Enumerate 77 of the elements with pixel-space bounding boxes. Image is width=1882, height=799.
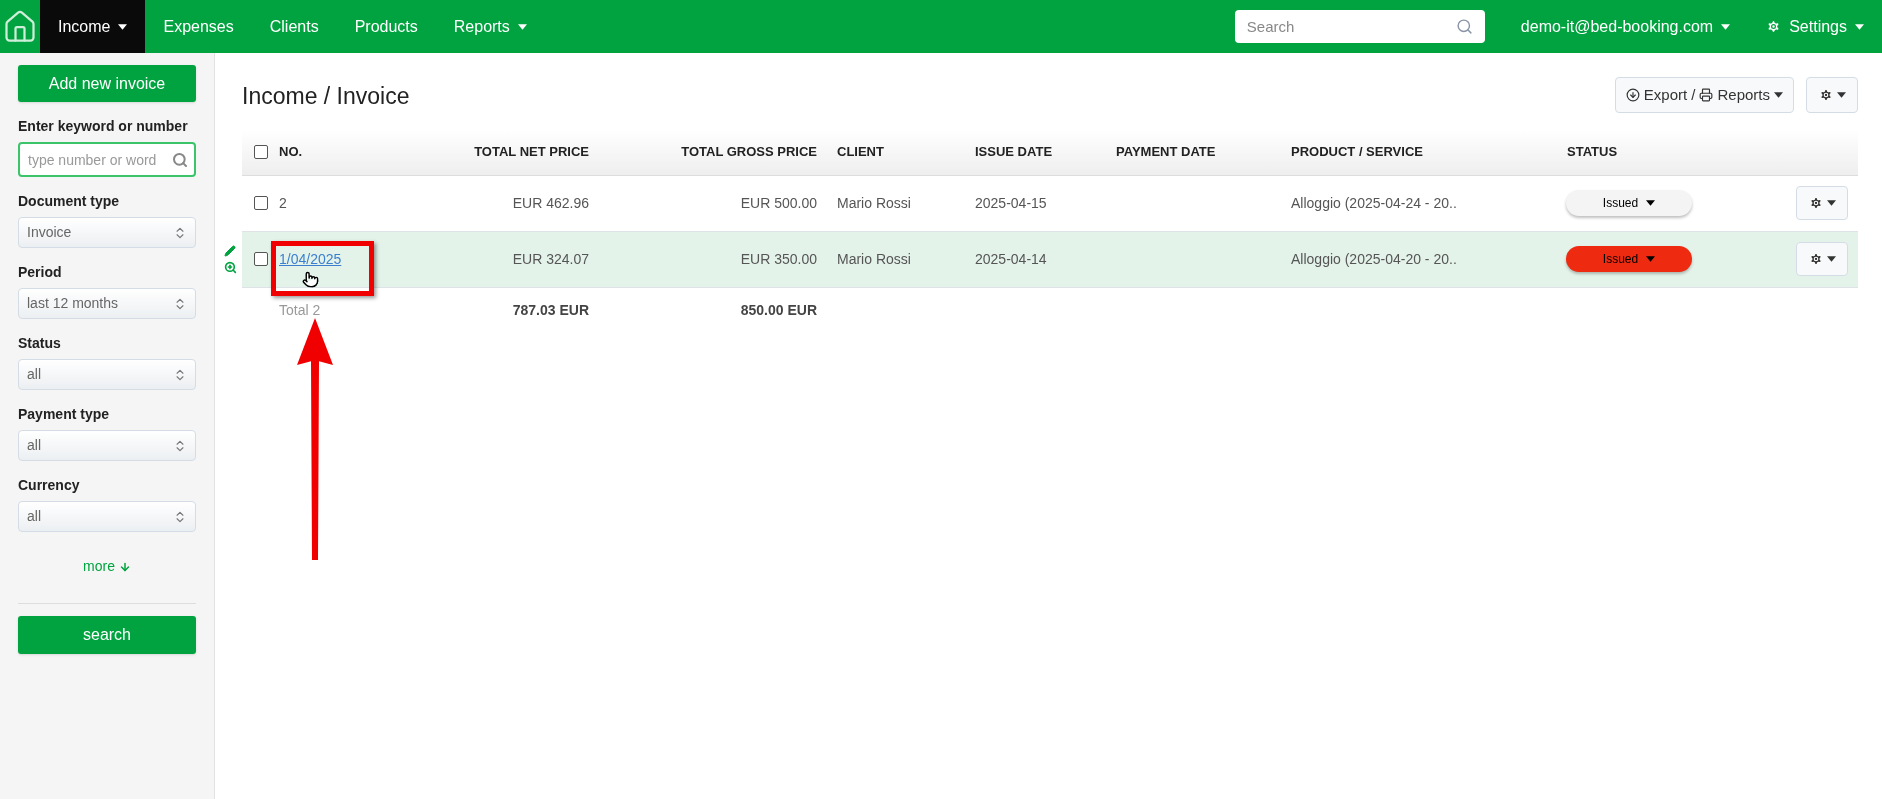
column-header: PRODUCT / SERVICE: [1290, 143, 1424, 162]
download-icon: [1625, 88, 1640, 102]
status-dropdown[interactable]: Issued: [1566, 246, 1692, 272]
keyword-field[interactable]: type number or word: [18, 142, 196, 177]
gear-icon: [1818, 88, 1833, 102]
nav-tab[interactable]: Products: [336, 0, 436, 53]
filter-select[interactable]: all: [18, 359, 196, 390]
caret-icon: [1836, 92, 1846, 98]
caret-icon: [1826, 256, 1836, 262]
search-icon: [172, 152, 188, 168]
nav-tab[interactable]: Clients: [251, 0, 337, 53]
product-cell-text: Alloggio (2025-04-24 - 20..: [1290, 193, 1458, 213]
search-icon: [1455, 18, 1473, 35]
add-invoice-button[interactable]: Add new invoice: [18, 65, 196, 102]
nav-tab[interactable]: Reports: [435, 0, 545, 53]
client-cell-text: Mario Rossi: [836, 193, 912, 213]
column-header: PAYMENT DATE: [1115, 143, 1217, 162]
caret-icon: [1721, 23, 1731, 30]
printer-icon: [1699, 88, 1714, 102]
row-checkbox[interactable]: [254, 196, 268, 210]
caret-icon: [1774, 92, 1783, 98]
invoice-number: 2: [279, 193, 287, 213]
search-button[interactable]: search: [18, 616, 196, 654]
settings-menu[interactable]: Settings: [1748, 0, 1882, 53]
net-total: 787.03 EUR: [512, 301, 590, 320]
column-header: CLIENT: [836, 143, 885, 162]
filter-select[interactable]: all: [18, 430, 196, 461]
product-cell-text: Alloggio (2025-04-20 - 20..: [1290, 249, 1458, 269]
status-dropdown[interactable]: Issued: [1566, 190, 1692, 216]
search-field[interactable]: Search: [1234, 10, 1485, 43]
caret-icon: [1855, 23, 1864, 30]
net-price-cell-text: EUR 462.96: [512, 193, 590, 213]
filter-label: Status: [18, 334, 62, 353]
column-header: TOTAL NET PRICE: [474, 143, 590, 162]
filter-select[interactable]: all: [18, 501, 196, 532]
filter-select[interactable]: Invoice: [18, 217, 196, 248]
caret-icon: [1646, 256, 1656, 262]
nav-tab[interactable]: Expenses: [145, 0, 252, 53]
pencil-icon[interactable]: [224, 244, 236, 257]
row-settings-button[interactable]: [1796, 186, 1848, 220]
page-title: Income / Invoice: [242, 82, 410, 111]
filter-label: Enter keyword or number: [18, 117, 189, 136]
gross-total: 850.00 EUR: [740, 301, 818, 320]
zoom-icon[interactable]: [224, 260, 237, 274]
home-icon[interactable]: [2, 8, 38, 45]
gear-icon: [1808, 252, 1823, 266]
more-link[interactable]: more: [83, 556, 131, 577]
select-all-checkbox[interactable]: [254, 145, 268, 159]
gross-price-cell-text: EUR 500.00: [740, 193, 818, 213]
arrow-down-icon: [118, 560, 131, 573]
gross-price-cell-text: EUR 350.00: [740, 249, 818, 269]
filter-label: Currency: [18, 476, 81, 495]
caret-icon: [1646, 200, 1656, 206]
export-reports-button[interactable]: Export / Reports: [1614, 77, 1794, 113]
caret-icon: [1826, 200, 1836, 206]
column-header: ISSUE DATE: [974, 143, 1054, 162]
issue-date-cell-text: 2025-04-14: [974, 249, 1048, 269]
total-label: Total 2: [279, 301, 322, 320]
settings-button[interactable]: [1806, 77, 1858, 113]
user-menu[interactable]: demo-it@bed-booking.com: [1502, 0, 1749, 53]
filter-label: Document type: [18, 192, 121, 211]
column-header: NO.: [279, 143, 304, 162]
issue-date-cell-text: 2025-04-15: [974, 193, 1048, 213]
hand-cursor-icon: [302, 271, 319, 288]
filter-select[interactable]: last 12 months: [18, 288, 196, 319]
row-checkbox[interactable]: [254, 252, 268, 266]
gear-icon: [1808, 196, 1823, 210]
net-price-cell-text: EUR 324.07: [512, 249, 590, 269]
filter-label: Period: [18, 263, 63, 282]
filter-label: Payment type: [18, 405, 111, 424]
settings-icon: [1766, 19, 1782, 34]
client-cell-text: Mario Rossi: [836, 249, 912, 269]
row-settings-button[interactable]: [1796, 242, 1848, 276]
column-header: TOTAL GROSS PRICE: [681, 143, 818, 162]
invoice-number-link[interactable]: 1/04/2025: [279, 248, 342, 270]
nav-tab[interactable]: Income: [40, 0, 146, 53]
column-header: STATUS: [1566, 143, 1619, 162]
